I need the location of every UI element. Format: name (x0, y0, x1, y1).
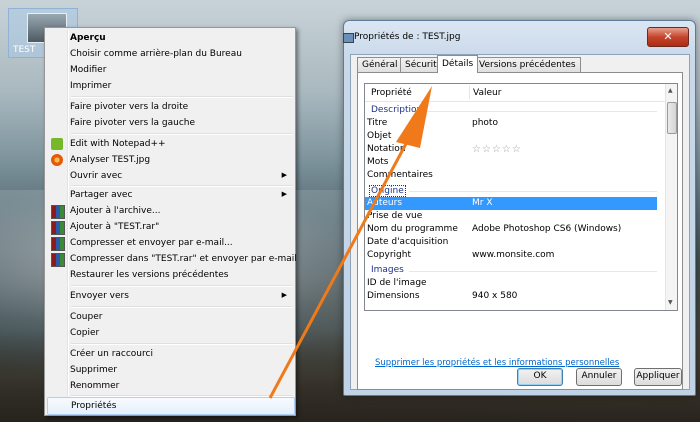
winrar-icon (51, 221, 65, 235)
menu-item-properties[interactable]: Propriétés (47, 397, 295, 415)
properties-client: Général Sécurité Détails Versions précéd… (350, 54, 690, 390)
window-title: Propriétés de : TEST.jpg (354, 32, 461, 42)
column-header-property[interactable]: Propriété (371, 88, 412, 98)
menu-item-analyze[interactable]: Analyser TEST.jpg (47, 152, 293, 168)
window-file-icon (343, 33, 354, 43)
avast-icon (51, 154, 63, 166)
scroll-up-icon[interactable]: ▲ (668, 87, 673, 94)
menu-item-set-wallpaper[interactable]: Choisir comme arrière-plan du Bureau (47, 46, 293, 62)
winrar-icon (51, 237, 65, 251)
scrollbar-thumb[interactable] (667, 102, 677, 134)
table-row[interactable]: Commentaires (365, 169, 657, 182)
group-header-origine: Origine (369, 185, 406, 197)
group-divider (409, 191, 657, 192)
menu-item-add-test-rar[interactable]: Ajouter à "TEST.rar" (47, 219, 293, 235)
context-menu: Aperçu Choisir comme arrière-plan du Bur… (44, 27, 297, 416)
table-row[interactable]: Titre photo (365, 117, 657, 130)
submenu-arrow-icon: ▶ (281, 291, 287, 299)
submenu-arrow-icon: ▶ (281, 190, 287, 198)
column-divider (469, 86, 470, 99)
menu-item-imprimer[interactable]: Imprimer (47, 78, 293, 94)
properties-window: Propriétés de : TEST.jpg ✕ Général Sécur… (343, 20, 696, 396)
winrar-icon (51, 253, 65, 267)
menu-item-compress-email[interactable]: Compresser et envoyer par e-mail... (47, 235, 293, 251)
tab-versions-precedentes[interactable]: Versions précédentes (474, 57, 581, 72)
table-row[interactable]: Objet (365, 130, 657, 143)
menu-item-add-archive[interactable]: Ajouter à l'archive... (47, 203, 293, 219)
menu-item-notepad[interactable]: Edit with Notepad++ (47, 136, 293, 152)
menu-item-send-to[interactable]: Envoyer vers ▶ (47, 288, 293, 304)
cancel-button[interactable]: Annuler (576, 368, 622, 386)
winrar-icon (51, 205, 65, 219)
table-row[interactable]: Date d'acquisition (365, 236, 657, 249)
menu-item-compress-test-email[interactable]: Compresser dans "TEST.rar" et envoyer pa… (47, 251, 297, 267)
menu-item-restore-versions[interactable]: Restaurer les versions précédentes (47, 267, 293, 283)
table-row-selected[interactable]: Auteurs Mr X (365, 197, 657, 210)
apply-button[interactable]: Appliquer (634, 368, 682, 386)
menu-item-share-with[interactable]: Partager avec ▶ (47, 187, 293, 203)
ok-button[interactable]: OK (517, 368, 563, 386)
rating-stars[interactable]: ☆☆☆☆☆ (472, 144, 522, 155)
table-row[interactable]: Notation ☆☆☆☆☆ (365, 143, 657, 156)
tab-details[interactable]: Détails (437, 55, 479, 73)
scroll-down-icon[interactable]: ▼ (668, 299, 673, 306)
menu-item-cut[interactable]: Couper (47, 309, 293, 325)
table-row[interactable]: Mots (365, 156, 657, 169)
menu-separator (71, 306, 293, 308)
menu-item-apercu[interactable]: Aperçu (47, 30, 293, 46)
desktop-file-label: TEST (13, 45, 36, 55)
group-divider (425, 111, 657, 112)
notepad-plus-plus-icon (51, 138, 63, 150)
menu-separator (71, 343, 293, 345)
group-header-description: Description (371, 105, 423, 115)
properties-grid: Propriété Valeur Description Titre photo … (364, 83, 678, 311)
table-row[interactable]: ID de l'image (365, 277, 657, 290)
vertical-scrollbar[interactable]: ▲ ▼ (665, 84, 677, 310)
table-row[interactable]: Nom du programme Adobe Photoshop CS6 (Win… (365, 223, 657, 236)
column-header-value[interactable]: Valeur (473, 88, 501, 98)
group-header-images: Images (371, 265, 404, 275)
menu-separator (71, 133, 293, 135)
menu-item-rotate-right[interactable]: Faire pivoter vers la droite (47, 99, 293, 115)
group-divider (409, 271, 657, 272)
menu-item-copy[interactable]: Copier (47, 325, 293, 341)
table-row[interactable]: Prise de vue (365, 210, 657, 223)
close-button[interactable]: ✕ (647, 27, 689, 47)
menu-item-rotate-left[interactable]: Faire pivoter vers la gauche (47, 115, 293, 131)
menu-item-create-shortcut[interactable]: Créer un raccourci (47, 346, 293, 362)
grid-header: Propriété Valeur (365, 84, 665, 102)
remove-properties-link[interactable]: Supprimer les propriétés et les informat… (375, 358, 619, 368)
menu-separator (71, 96, 293, 98)
table-row[interactable]: Dimensions 940 x 580 (365, 290, 657, 303)
tab-general[interactable]: Général (357, 57, 403, 72)
submenu-arrow-icon: ▶ (281, 171, 287, 179)
menu-item-rename[interactable]: Renommer (47, 378, 293, 394)
details-panel: Propriété Valeur Description Titre photo … (357, 72, 683, 390)
menu-item-delete[interactable]: Supprimer (47, 362, 293, 378)
menu-separator (71, 285, 293, 287)
menu-item-open-with[interactable]: Ouvrir avec ▶ (47, 168, 293, 184)
table-row[interactable]: Copyright www.monsite.com (365, 249, 657, 262)
menu-item-modifier[interactable]: Modifier (47, 62, 293, 78)
